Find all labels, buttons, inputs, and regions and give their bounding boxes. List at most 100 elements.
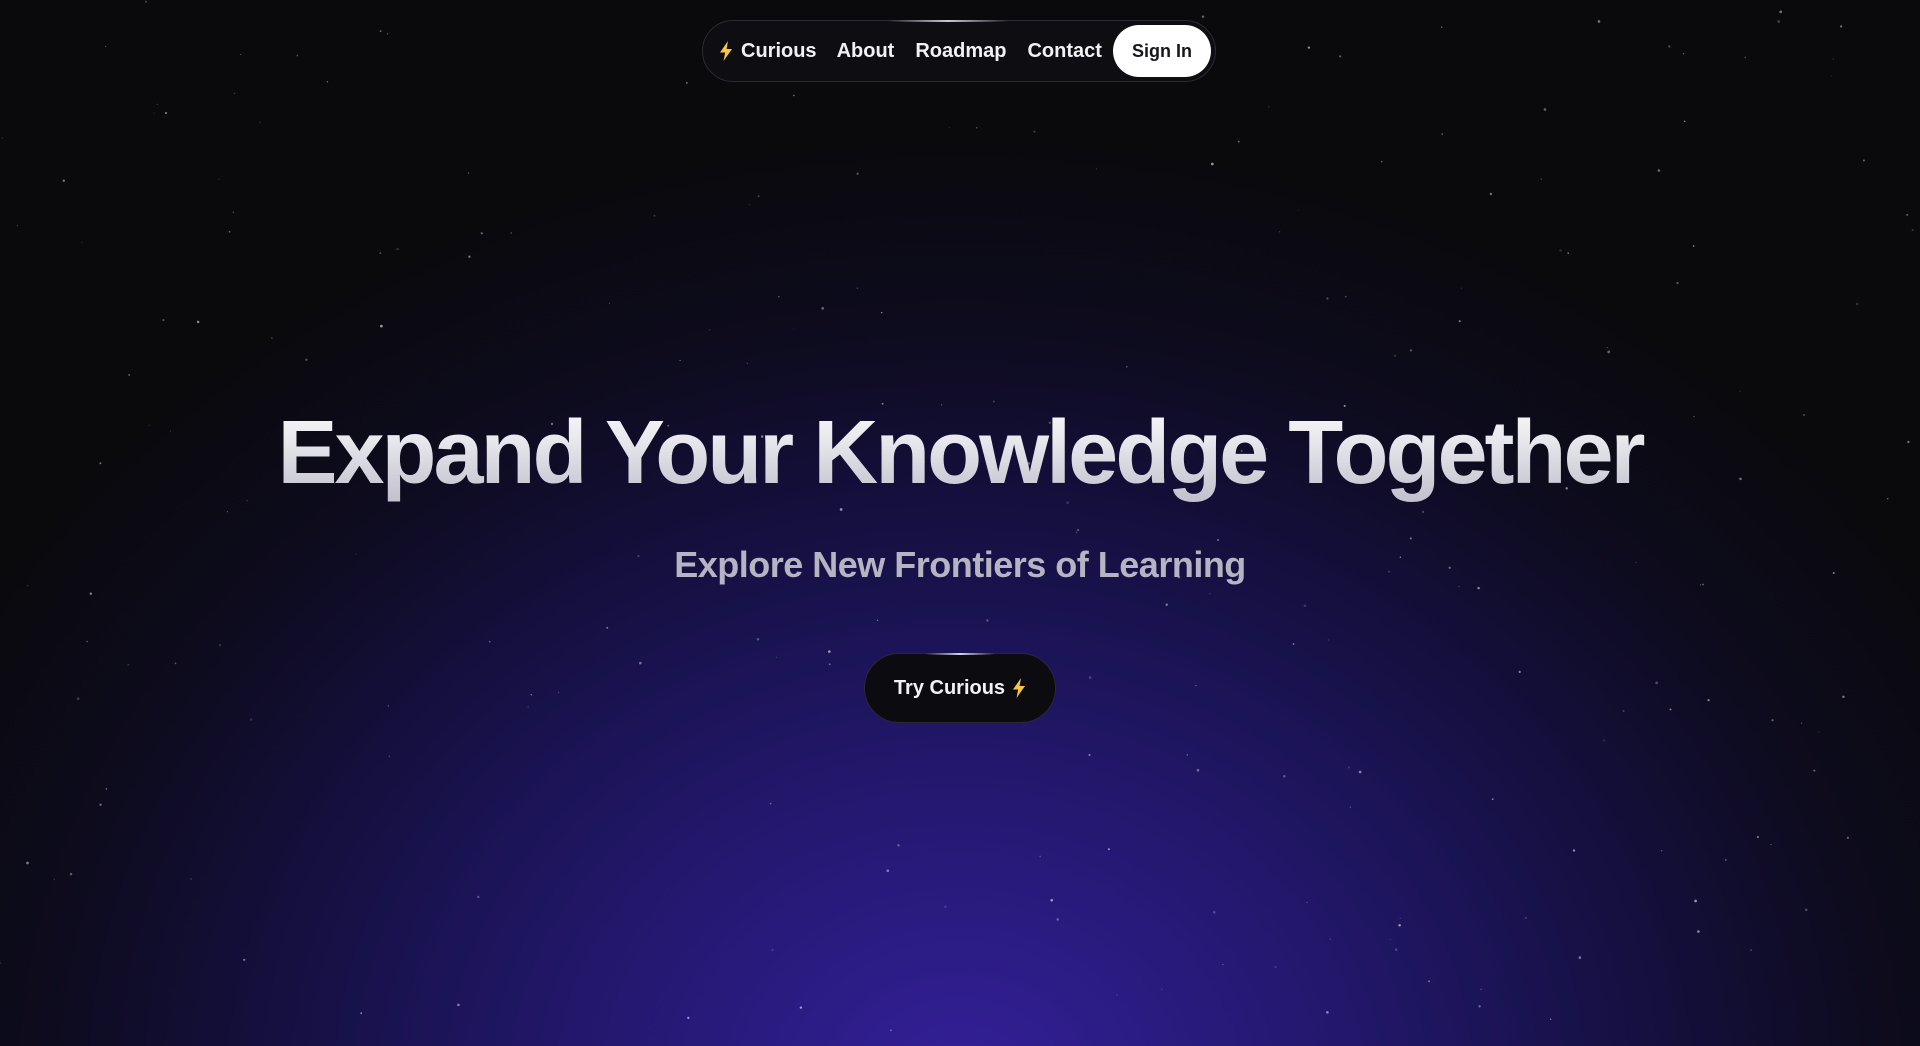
star <box>639 661 642 665</box>
star <box>1307 46 1311 49</box>
star <box>1597 20 1601 23</box>
star <box>232 211 235 214</box>
star <box>488 640 491 643</box>
star <box>777 295 780 298</box>
star <box>1911 229 1914 232</box>
star <box>876 619 879 621</box>
star <box>1779 10 1783 14</box>
star <box>1095 168 1098 170</box>
star <box>1540 178 1542 180</box>
star <box>1339 55 1342 58</box>
star <box>793 328 795 330</box>
star <box>793 94 795 97</box>
star <box>1237 140 1240 143</box>
star <box>1707 698 1710 702</box>
star <box>164 111 168 115</box>
star <box>880 311 883 314</box>
star <box>976 127 978 129</box>
brand-link[interactable]: Curious <box>719 40 817 63</box>
top-nav: Curious About Roadmap Contact Sign In <box>702 20 1216 82</box>
star <box>890 1029 892 1032</box>
star <box>162 319 165 322</box>
star <box>388 755 391 757</box>
star <box>986 619 989 622</box>
star <box>467 172 470 174</box>
star <box>1839 25 1843 28</box>
star <box>1126 365 1128 368</box>
star <box>1668 45 1671 48</box>
star <box>1525 917 1527 919</box>
star <box>1458 320 1461 323</box>
star <box>128 373 131 376</box>
star <box>527 705 530 708</box>
nav-link-contact[interactable]: Contact <box>1027 40 1101 63</box>
nav-link-about[interactable]: About <box>837 40 895 63</box>
star <box>396 247 399 251</box>
star <box>1393 354 1397 358</box>
star <box>856 172 859 175</box>
star <box>948 126 950 129</box>
star <box>1358 770 1362 774</box>
star <box>748 204 750 206</box>
star <box>1195 685 1197 687</box>
star <box>1389 938 1391 941</box>
star <box>708 328 711 331</box>
star <box>1804 908 1808 912</box>
star <box>1655 681 1658 685</box>
star <box>510 232 512 234</box>
star <box>756 638 760 641</box>
star <box>1441 133 1443 135</box>
star <box>530 694 532 696</box>
star <box>1567 252 1570 254</box>
lightning-bolt-icon <box>1013 678 1026 698</box>
star <box>1489 192 1493 196</box>
star <box>1394 948 1398 951</box>
star <box>1268 106 1270 108</box>
try-curious-button[interactable]: Try Curious <box>864 653 1056 723</box>
star <box>1282 775 1286 778</box>
star <box>1165 603 1168 606</box>
hero-subtitle: Explore New Frontiers of Learning <box>674 544 1246 585</box>
star <box>1303 604 1307 608</box>
star <box>1676 281 1679 285</box>
star <box>226 511 228 513</box>
star <box>1399 917 1401 919</box>
star <box>1744 56 1747 59</box>
star <box>1274 965 1277 968</box>
star <box>1428 980 1431 983</box>
star <box>380 324 383 328</box>
nav-link-roadmap[interactable]: Roadmap <box>915 40 1006 63</box>
star <box>457 1003 460 1007</box>
star <box>1607 350 1611 354</box>
star <box>1201 15 1205 18</box>
star <box>746 362 749 365</box>
star <box>480 232 483 235</box>
star <box>379 30 382 33</box>
star <box>1292 643 1295 645</box>
star <box>62 179 65 182</box>
star <box>99 803 102 806</box>
star <box>1862 159 1865 162</box>
star <box>1572 849 1576 852</box>
starfield-background <box>0 0 1914 1032</box>
star <box>1161 988 1163 990</box>
star <box>1725 859 1727 861</box>
star <box>1222 963 1224 966</box>
sign-in-button[interactable]: Sign In <box>1113 25 1211 77</box>
star <box>1478 1005 1481 1008</box>
star <box>1212 910 1216 914</box>
star <box>1602 739 1606 742</box>
star <box>26 861 29 865</box>
star <box>89 592 93 595</box>
lightning-bolt-icon <box>720 41 732 61</box>
star <box>243 958 246 961</box>
star <box>1107 848 1110 851</box>
star <box>856 287 858 289</box>
star <box>190 878 192 880</box>
star <box>196 320 200 324</box>
star <box>1196 768 1200 772</box>
star <box>1208 592 1211 595</box>
star <box>0 962 1 964</box>
star <box>886 869 890 873</box>
landing-page: Curious About Roadmap Contact Sign In Ex… <box>0 0 1920 1046</box>
